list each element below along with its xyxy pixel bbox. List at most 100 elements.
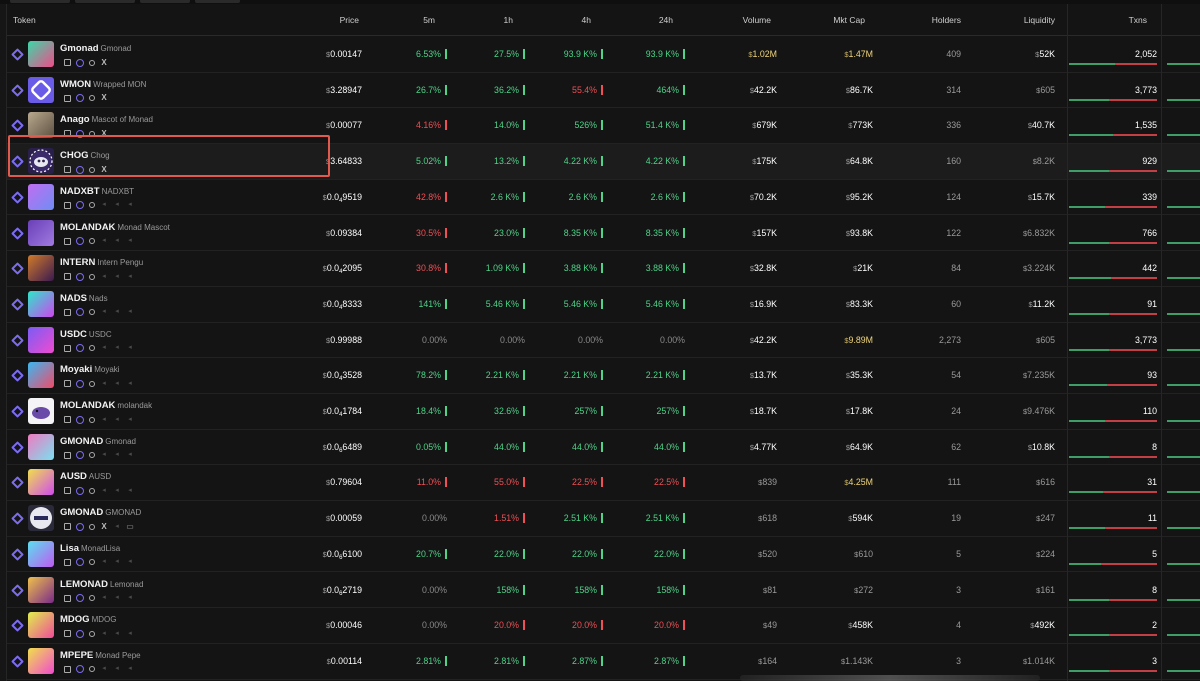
monad-ring-icon[interactable] — [76, 129, 84, 138]
table-row[interactable]: MDOG MDOG ◂ ◂ ◂ $0.00046 0.00% 20.0% 20.0% 20.0% $… — [7, 608, 1200, 644]
x-icon[interactable]: X — [100, 58, 108, 67]
search-icon[interactable] — [89, 559, 95, 566]
search-icon[interactable] — [89, 59, 95, 66]
header-token[interactable]: Token — [13, 15, 36, 25]
monad-ring-icon[interactable] — [76, 415, 84, 424]
copy-icon[interactable] — [64, 558, 71, 566]
token-name[interactable]: NADXBT NADXBT — [60, 186, 134, 197]
token-name[interactable]: MOLANDAK Monad Mascot — [60, 222, 170, 233]
token-name[interactable]: Moyaki Moyaki — [60, 364, 120, 375]
monad-ring-icon[interactable] — [76, 629, 84, 638]
copy-icon[interactable] — [64, 166, 71, 174]
table-row[interactable]: NADXBT NADXBT ◂ ◂ ◂ $0.049519 42.8% 2.6 K% 2.6 K… — [7, 180, 1200, 216]
monad-ring-icon[interactable] — [76, 379, 84, 388]
copy-icon[interactable] — [64, 380, 71, 388]
x-icon[interactable]: X — [100, 522, 108, 531]
search-icon[interactable] — [89, 238, 95, 244]
header-volume[interactable]: Volume — [707, 15, 771, 25]
copy-icon[interactable] — [64, 94, 71, 102]
header-txns[interactable]: Txns — [1087, 15, 1147, 25]
copy-icon[interactable] — [64, 487, 71, 495]
monad-ring-icon[interactable] — [76, 558, 84, 567]
token-name[interactable]: MDOG MDOG — [60, 614, 116, 625]
monad-ring-icon[interactable] — [76, 58, 84, 67]
header-5m[interactable]: 5m — [375, 15, 435, 25]
header-mktcap[interactable]: Mkt Cap — [797, 15, 865, 25]
token-name[interactable]: CHOG Chog — [60, 150, 110, 161]
table-row[interactable]: INTERN Intern Pengu ◂ ◂ ◂ $0.042095 30.8% 1.09 … — [7, 251, 1200, 287]
table-row[interactable]: WMON Wrapped MON X $3.28947 26.7% 36.2% 55.4% 4… — [7, 73, 1200, 109]
token-name[interactable]: GMONAD GMONAD — [60, 507, 141, 518]
token-name[interactable]: LEMONAD Lemonad — [60, 579, 143, 590]
header-holders[interactable]: Holders — [897, 15, 961, 25]
table-row[interactable]: Gmonad Gmonad X $0.00147 6.53% 27.5% 93.9 K% 93… — [7, 37, 1200, 73]
table-row[interactable]: GMONAD GMONAD X ◂ ▭ $0.00059 0.00% 1.51% 2.51 K%… — [7, 501, 1200, 537]
header-24h[interactable]: 24h — [613, 15, 673, 25]
search-icon[interactable] — [89, 452, 95, 459]
copy-icon[interactable] — [64, 201, 71, 209]
search-icon[interactable] — [89, 130, 95, 137]
monad-ring-icon[interactable] — [76, 594, 84, 602]
monad-ring-icon[interactable] — [76, 308, 84, 317]
copy-icon[interactable] — [64, 523, 71, 531]
copy-icon[interactable] — [64, 308, 71, 316]
token-name[interactable]: Anago Mascot of Monad — [60, 114, 153, 125]
header-liquidity[interactable]: Liquidity — [987, 15, 1055, 25]
copy-icon[interactable] — [64, 59, 71, 66]
search-icon[interactable] — [89, 309, 95, 316]
monad-ring-icon[interactable] — [76, 94, 84, 103]
search-icon[interactable] — [89, 595, 95, 601]
copy-icon[interactable] — [64, 594, 71, 602]
token-name[interactable]: MPEPE Monad Pepe — [60, 650, 141, 661]
monad-ring-icon[interactable] — [76, 451, 84, 460]
token-name[interactable]: Gmonad Gmonad — [60, 43, 131, 54]
x-icon[interactable]: X — [100, 94, 108, 102]
token-name[interactable]: NADS Nads — [60, 293, 108, 304]
x-icon[interactable]: X — [100, 165, 108, 174]
search-icon[interactable] — [89, 273, 95, 280]
copy-icon[interactable] — [64, 130, 71, 138]
table-row[interactable]: AUSD AUSD ◂ ◂ ◂ $0.79604 11.0% 55.0% 22.5% 22.5% $… — [7, 465, 1200, 502]
token-name[interactable]: WMON Wrapped MON — [60, 79, 146, 90]
copy-icon[interactable] — [64, 665, 71, 673]
copy-icon[interactable] — [64, 237, 71, 245]
table-row[interactable]: Anago Mascot of Monad X $0.00077 4.16% 14.0% 5… — [7, 108, 1200, 145]
search-icon[interactable] — [89, 487, 95, 494]
monad-ring-icon[interactable] — [76, 344, 84, 353]
table-row[interactable]: GMONAD Gmonad ◂ ◂ ◂ $0.066489 0.05% 44.0% 44.0% 4… — [7, 430, 1200, 466]
monad-ring-icon[interactable] — [76, 201, 84, 210]
search-icon[interactable] — [89, 166, 95, 173]
table-row[interactable]: NADS Nads ◂ ◂ ◂ $0.048333 141% 5.46 K% 5.46 K% 5.… — [7, 287, 1200, 323]
header-1h[interactable]: 1h — [453, 15, 513, 25]
table-row[interactable]: CHOG Chog X $3.64833 5.02% 13.2% 4.22 K% 4.22 K… — [7, 144, 1200, 180]
monitor-icon[interactable]: ▭ — [126, 522, 134, 531]
x-icon[interactable]: X — [100, 129, 108, 138]
search-icon[interactable] — [89, 345, 95, 352]
table-row[interactable]: MOLANDAK molandak ◂ ◂ ◂ $0.041784 18.4% 32.6% 25… — [7, 394, 1200, 430]
monad-ring-icon[interactable] — [76, 665, 84, 674]
monad-ring-icon[interactable] — [76, 522, 84, 531]
header-price[interactable]: Price — [297, 15, 359, 25]
copy-icon[interactable] — [64, 273, 71, 281]
token-name[interactable]: AUSD AUSD — [60, 471, 111, 482]
monad-ring-icon[interactable] — [76, 272, 84, 281]
copy-icon[interactable] — [64, 416, 71, 423]
table-row[interactable]: MOLANDAK Monad Mascot ◂ ◂ ◂ $0.09384 30.5% 23.0… — [7, 216, 1200, 252]
table-row[interactable]: Lisa MonadLisa ◂ ◂ ◂ $0.066100 20.7% 22.0% 22.0%… — [7, 537, 1200, 573]
token-name[interactable]: Lisa MonadLisa — [60, 543, 120, 554]
token-name[interactable]: USDC USDC — [60, 329, 112, 340]
table-row[interactable]: LEMONAD Lemonad ◂ ◂ ◂ $0.062719 0.00% 158% 158% 1… — [7, 573, 1200, 609]
monad-ring-icon[interactable] — [76, 486, 84, 495]
copy-icon[interactable] — [64, 451, 71, 459]
horizontal-scrollbar[interactable] — [740, 675, 1040, 681]
search-icon[interactable] — [89, 95, 95, 102]
search-icon[interactable] — [89, 666, 95, 673]
copy-icon[interactable] — [64, 344, 71, 352]
header-4h[interactable]: 4h — [531, 15, 591, 25]
table-row[interactable]: Moyaki Moyaki ◂ ◂ ◂ $0.043528 78.2% 2.21 K% 2.21… — [7, 358, 1200, 394]
table-row[interactable]: USDC USDC ◂ ◂ ◂ $0.99988 0.00% 0.00% 0.00% 0.00% $… — [7, 323, 1200, 359]
monad-ring-icon[interactable] — [76, 165, 84, 174]
token-name[interactable]: INTERN Intern Pengu — [60, 257, 143, 268]
search-icon[interactable] — [89, 202, 95, 209]
copy-icon[interactable] — [64, 630, 71, 638]
